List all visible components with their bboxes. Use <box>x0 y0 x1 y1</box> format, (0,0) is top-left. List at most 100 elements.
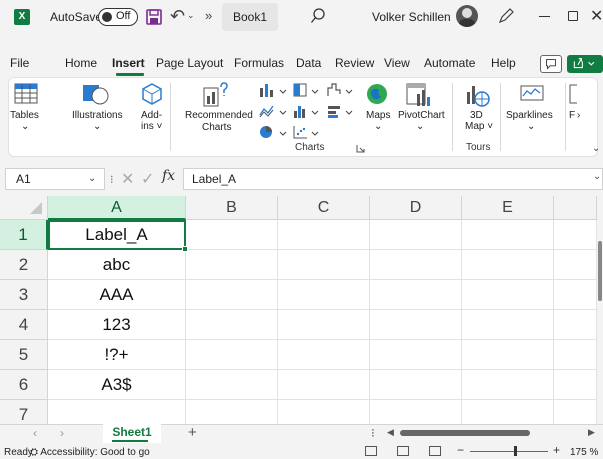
tab-page-layout[interactable]: Page Layout <box>156 56 223 70</box>
tab-formulas[interactable]: Formulas <box>234 56 284 70</box>
cancel-icon[interactable]: ✕ <box>121 169 134 189</box>
maps-button[interactable]: Maps <box>366 110 390 121</box>
sparklines-dropdown-icon[interactable]: ⌄ <box>527 121 535 132</box>
tab-home[interactable]: Home <box>65 56 97 70</box>
cell-empty[interactable] <box>278 250 370 280</box>
more-commands-icon[interactable]: » <box>205 8 212 23</box>
addins-button[interactable]: Add- <box>141 110 162 121</box>
cell-empty[interactable] <box>554 220 597 250</box>
cell-empty[interactable] <box>462 310 554 340</box>
page-break-view-icon[interactable] <box>429 446 441 456</box>
cell-a3[interactable]: AAA <box>48 280 186 310</box>
line-chart-icon[interactable] <box>258 103 288 119</box>
tables-button[interactable]: Tables <box>10 110 39 121</box>
comments-button[interactable] <box>540 55 562 73</box>
avatar[interactable] <box>456 5 478 27</box>
expand-formula-bar-icon[interactable]: ⌄ <box>593 171 601 182</box>
row-header-6[interactable]: 6 <box>0 370 48 400</box>
cell-empty[interactable] <box>370 370 462 400</box>
combo-chart-icon[interactable] <box>326 103 356 119</box>
cell-empty[interactable] <box>278 370 370 400</box>
save-icon[interactable] <box>146 9 162 25</box>
cell-a4[interactable]: 123 <box>48 310 186 340</box>
tab-view[interactable]: View <box>384 56 410 70</box>
tab-insert[interactable]: Insert <box>112 56 145 70</box>
formula-bar-splitter-icon[interactable]: ⁝ <box>110 173 114 186</box>
tab-review[interactable]: Review <box>335 56 374 70</box>
row-header-1[interactable]: 1 <box>0 220 48 250</box>
addins-icon[interactable] <box>140 82 164 106</box>
vertical-scrollbar[interactable] <box>597 196 603 424</box>
row-header-7[interactable]: 7 <box>0 400 48 424</box>
cell-empty[interactable] <box>186 370 278 400</box>
cell-empty[interactable] <box>462 400 554 424</box>
maps-icon[interactable] <box>365 82 389 106</box>
normal-view-icon[interactable] <box>365 446 377 456</box>
horizontal-scroll-thumb[interactable] <box>400 430 530 436</box>
undo-dropdown-icon[interactable]: ⌄ <box>187 10 195 21</box>
tab-data[interactable]: Data <box>296 56 321 70</box>
scroll-right-icon[interactable]: ▶ <box>588 427 595 438</box>
autosave-toggle[interactable]: Off <box>98 8 138 26</box>
zoom-level[interactable]: 175 % <box>570 447 598 458</box>
cell-empty[interactable] <box>462 370 554 400</box>
row-header-5[interactable]: 5 <box>0 340 48 370</box>
column-chart-icon[interactable] <box>258 82 288 98</box>
zoom-slider-thumb[interactable] <box>514 446 518 456</box>
zoom-in-icon[interactable]: + <box>553 443 560 457</box>
name-box[interactable]: A1 ⌄ <box>5 168 105 190</box>
cell-empty[interactable] <box>554 340 597 370</box>
3d-map-dropdown[interactable]: Map ˅ <box>465 121 493 132</box>
tab-file[interactable]: File <box>10 56 29 70</box>
collapse-ribbon-icon[interactable]: ⌄ <box>592 143 600 154</box>
filters-chevron-icon[interactable]: › <box>577 110 580 121</box>
pivotchart-button[interactable]: PivotChart <box>398 110 445 121</box>
minimize-icon[interactable] <box>539 16 550 17</box>
scatter-chart-icon[interactable] <box>292 124 322 140</box>
sparklines-icon[interactable] <box>520 84 544 104</box>
cell-empty[interactable] <box>370 220 462 250</box>
undo-icon[interactable]: ↶ <box>170 6 185 27</box>
vertical-scroll-thumb[interactable] <box>598 241 602 301</box>
user-name[interactable]: Volker Schillen <box>372 10 451 24</box>
table-icon[interactable] <box>14 82 38 106</box>
column-header-b[interactable]: B <box>186 196 278 220</box>
pivotchart-icon[interactable] <box>405 82 431 108</box>
add-sheet-button[interactable]: + <box>188 424 197 441</box>
enter-icon[interactable]: ✓ <box>141 169 154 189</box>
insert-function-icon[interactable]: fx <box>162 168 175 184</box>
maximize-icon[interactable] <box>568 11 578 21</box>
pie-chart-icon[interactable] <box>258 124 288 140</box>
hierarchy-chart-icon[interactable] <box>292 82 322 98</box>
scroll-left-icon[interactable]: ◀ <box>387 427 394 438</box>
column-header-c[interactable]: C <box>278 196 370 220</box>
cell-empty[interactable] <box>370 400 462 424</box>
cell-empty[interactable] <box>370 310 462 340</box>
fill-handle[interactable] <box>182 246 188 252</box>
zoom-out-icon[interactable]: − <box>457 443 464 457</box>
accessibility-status[interactable]: ⛭ Accessibility: Good to go <box>30 447 150 458</box>
column-header-f[interactable] <box>554 196 597 220</box>
cell-empty[interactable] <box>186 340 278 370</box>
cell-empty[interactable] <box>554 400 597 424</box>
dialog-launcher-icon[interactable] <box>356 144 365 153</box>
cell-empty[interactable] <box>186 280 278 310</box>
cell-a6[interactable]: A3$ <box>48 370 186 400</box>
statistic-chart-icon[interactable] <box>292 103 322 119</box>
3d-map-button[interactable]: 3D <box>470 110 483 121</box>
cell-empty[interactable] <box>462 340 554 370</box>
cell-empty[interactable] <box>278 220 370 250</box>
tables-dropdown-icon[interactable]: ⌄ <box>21 121 29 132</box>
filters-icon[interactable] <box>569 84 577 104</box>
cell-empty[interactable] <box>554 370 597 400</box>
cell-a7[interactable] <box>48 400 186 424</box>
tab-automate[interactable]: Automate <box>424 56 475 70</box>
pivotchart-dropdown-icon[interactable]: ⌄ <box>416 121 424 132</box>
cell-empty[interactable] <box>278 310 370 340</box>
cell-empty[interactable] <box>370 280 462 310</box>
share-button[interactable] <box>567 55 603 73</box>
tab-help[interactable]: Help <box>491 56 516 70</box>
column-header-a[interactable]: A <box>48 196 186 220</box>
row-header-2[interactable]: 2 <box>0 250 48 280</box>
search-icon[interactable] <box>310 7 326 25</box>
